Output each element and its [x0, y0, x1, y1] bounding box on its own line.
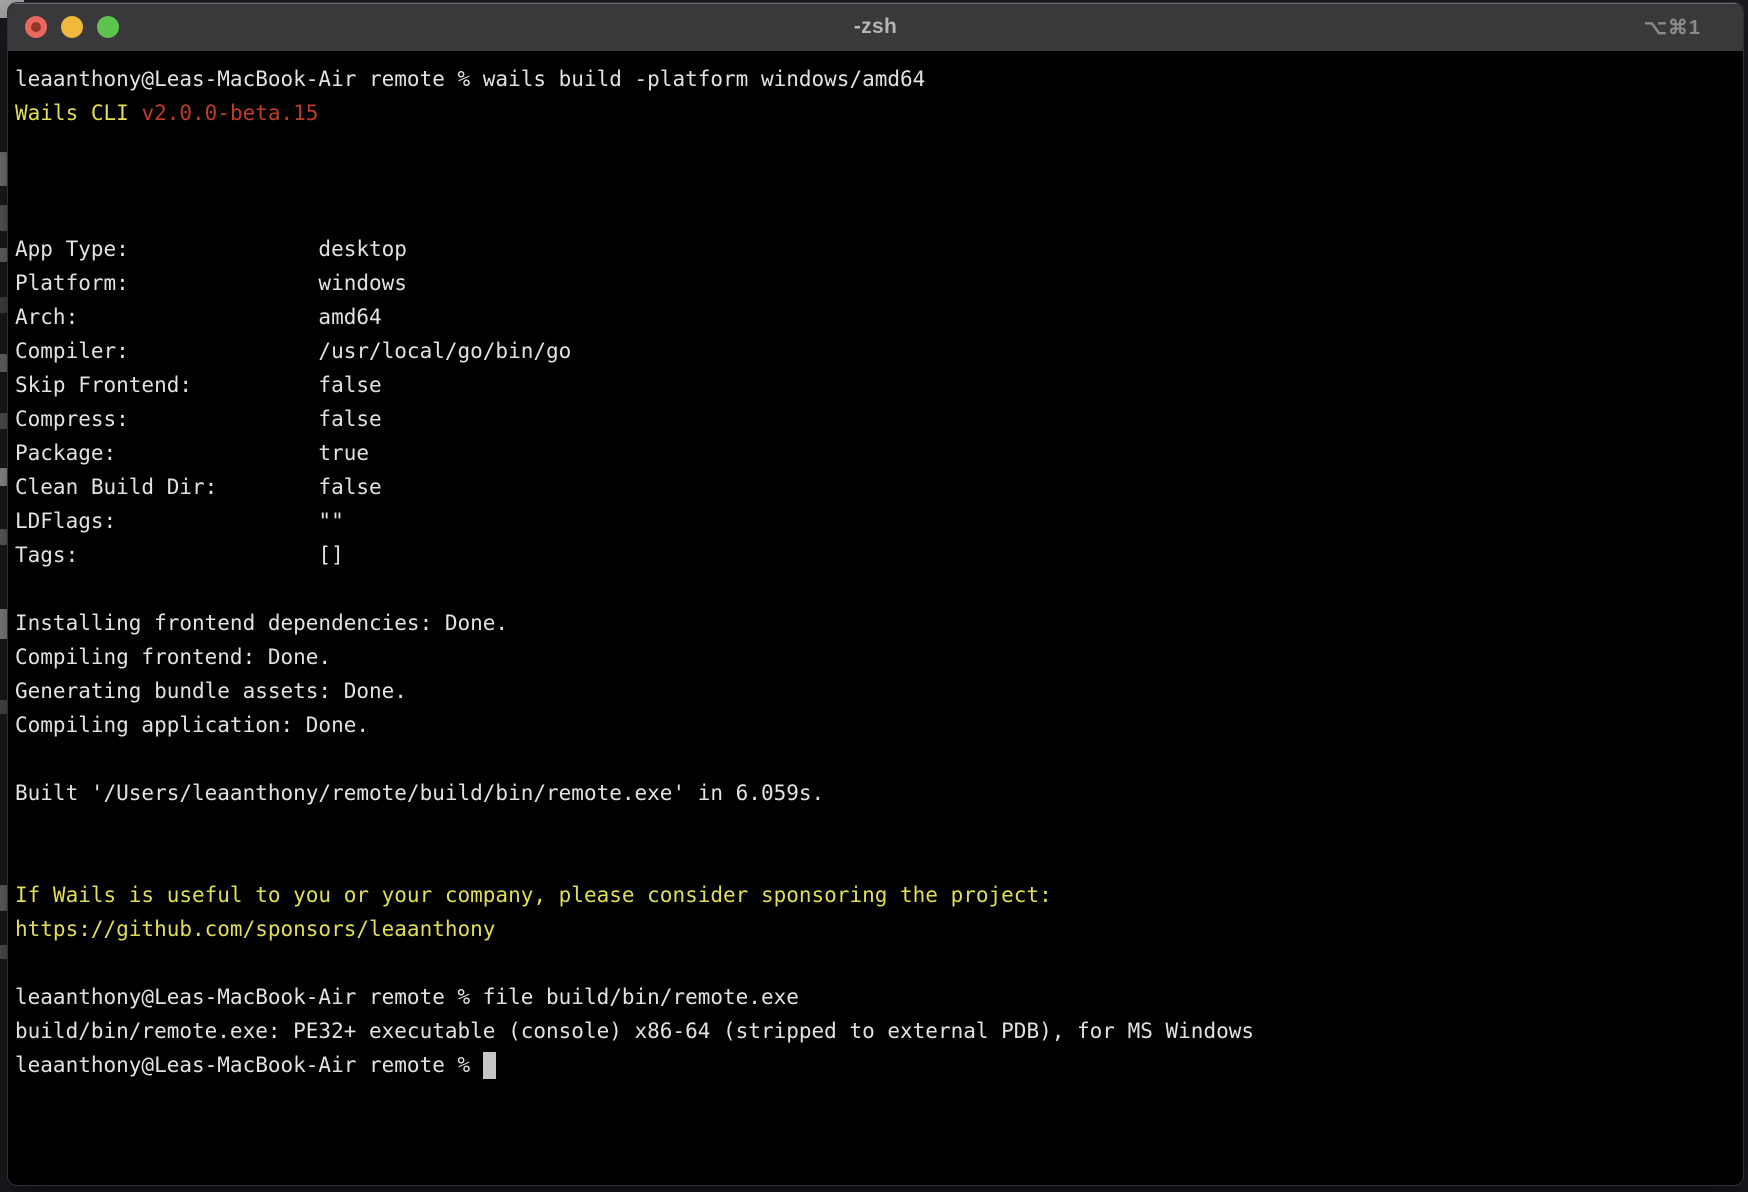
terminal-line: leaanthony@Leas-MacBook-Air remote %: [15, 1048, 1737, 1082]
terminal-line: leaanthony@Leas-MacBook-Air remote % fil…: [15, 980, 1737, 1014]
terminal-line: Platform: windows: [15, 266, 1737, 300]
background-window-fragment: [0, 354, 7, 372]
terminal-line: Tags: []: [15, 538, 1737, 572]
terminal-line: Clean Build Dir: false: [15, 470, 1737, 504]
terminal-line: https://github.com/sponsors/leaanthony: [15, 912, 1737, 946]
background-window-fragment: [0, 945, 7, 959]
terminal-text-segment: Platform: windows: [15, 271, 407, 295]
terminal-line: Skip Frontend: false: [15, 368, 1737, 402]
terminal-text-segment: v2.0.0-beta.15: [141, 101, 318, 125]
terminal-line: Compress: false: [15, 402, 1737, 436]
terminal-line: Compiling frontend: Done.: [15, 640, 1737, 674]
terminal-line: Built '/Users/leaanthony/remote/build/bi…: [15, 776, 1737, 810]
terminal-text-segment: Compiling frontend: Done.: [15, 645, 331, 669]
terminal-line: Compiling application: Done.: [15, 708, 1737, 742]
background-window-fragment: [0, 468, 7, 486]
terminal-line: [15, 946, 1737, 980]
traffic-lights: [25, 16, 119, 38]
terminal-line: [15, 198, 1737, 232]
terminal-text-segment: Skip Frontend: false: [15, 373, 382, 397]
terminal-text-segment: build/bin/remote.exe: PE32+ executable (…: [15, 1019, 1254, 1043]
terminal-line: [15, 810, 1737, 844]
terminal-output: leaanthony@Leas-MacBook-Air remote % wai…: [15, 62, 1737, 1082]
minimize-button[interactable]: [61, 16, 83, 38]
background-window-fragment: [0, 297, 7, 313]
terminal-text-segment: Tags: []: [15, 543, 344, 567]
background-window-fragment: [0, 885, 7, 911]
background-window-fragment: [0, 205, 7, 231]
terminal-text-segment: leaanthony@Leas-MacBook-Air remote %: [15, 1053, 483, 1077]
terminal-text-segment: Compiling application: Done.: [15, 713, 369, 737]
background-window-fragment: [0, 609, 7, 639]
terminal-text-segment: Installing frontend dependencies: Done.: [15, 611, 508, 635]
terminal-line: Installing frontend dependencies: Done.: [15, 606, 1737, 640]
terminal-text-segment: Generating bundle assets: Done.: [15, 679, 407, 703]
terminal-window: -zsh ⌥⌘1 leaanthony@Leas-MacBook-Air rem…: [7, 2, 1744, 1186]
terminal-line: App Type: desktop: [15, 232, 1737, 266]
terminal-text-segment: LDFlags: "": [15, 509, 344, 533]
terminal-text-segment: Compiler: /usr/local/go/bin/go: [15, 339, 571, 363]
terminal-text-segment: leaanthony@Leas-MacBook-Air remote % fil…: [15, 985, 799, 1009]
terminal-line: [15, 164, 1737, 198]
terminal-line: leaanthony@Leas-MacBook-Air remote % wai…: [15, 62, 1737, 96]
titlebar[interactable]: -zsh ⌥⌘1: [8, 3, 1743, 51]
terminal-line: If Wails is useful to you or your compan…: [15, 878, 1737, 912]
terminal-text-segment: Arch: amd64: [15, 305, 382, 329]
terminal-screen[interactable]: leaanthony@Leas-MacBook-Air remote % wai…: [8, 51, 1743, 1185]
background-window-fragment: [0, 700, 7, 714]
background-window-fragment: [0, 248, 7, 262]
background-window-fragment: [0, 413, 7, 429]
zoom-button[interactable]: [97, 16, 119, 38]
terminal-line: build/bin/remote.exe: PE32+ executable (…: [15, 1014, 1737, 1048]
terminal-text-segment: Built '/Users/leaanthony/remote/build/bi…: [15, 781, 824, 805]
terminal-text-segment: App Type: desktop: [15, 237, 407, 261]
close-button[interactable]: [25, 16, 47, 38]
terminal-cursor[interactable]: [483, 1052, 496, 1079]
terminal-line: Wails CLI v2.0.0-beta.15: [15, 96, 1737, 130]
terminal-line: [15, 572, 1737, 606]
background-window-fragment: [0, 152, 7, 186]
terminal-text-segment: Package: true: [15, 441, 369, 465]
window-title: -zsh: [8, 15, 1743, 39]
terminal-line: LDFlags: "": [15, 504, 1737, 538]
terminal-text-segment: Compress: false: [15, 407, 382, 431]
terminal-line: Generating bundle assets: Done.: [15, 674, 1737, 708]
terminal-line: Arch: amd64: [15, 300, 1737, 334]
terminal-text-segment: leaanthony@Leas-MacBook-Air remote % wai…: [15, 67, 925, 91]
terminal-text-segment: Wails CLI: [15, 101, 141, 125]
terminal-line: [15, 130, 1737, 164]
terminal-text-segment: Clean Build Dir: false: [15, 475, 382, 499]
terminal-text-segment: If Wails is useful to you or your compan…: [15, 883, 1052, 907]
background-window-fragment: [0, 529, 7, 545]
terminal-line: Package: true: [15, 436, 1737, 470]
desktop-background: -zsh ⌥⌘1 leaanthony@Leas-MacBook-Air rem…: [0, 0, 1748, 1192]
terminal-line: Compiler: /usr/local/go/bin/go: [15, 334, 1737, 368]
terminal-text-segment: https://github.com/sponsors/leaanthony: [15, 917, 495, 941]
terminal-line: [15, 742, 1737, 776]
window-shortcut-badge: ⌥⌘1: [1644, 3, 1701, 51]
terminal-line: [15, 844, 1737, 878]
